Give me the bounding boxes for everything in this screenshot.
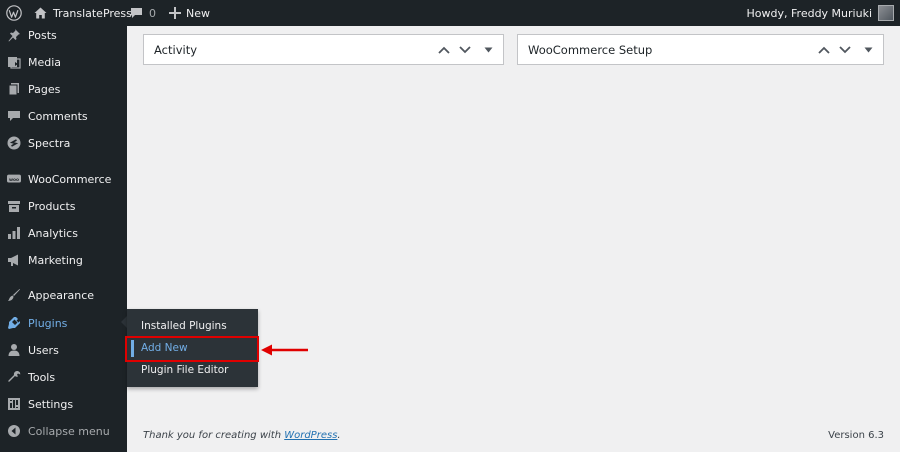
comments-count: 0 — [149, 6, 156, 20]
wrench-icon — [7, 370, 21, 384]
sidebar-item-spectra[interactable]: Spectra — [0, 131, 127, 155]
toggle-panel-icon[interactable] — [484, 35, 493, 64]
sidebar-item-tools[interactable]: Tools — [0, 365, 127, 389]
spectra-icon — [7, 136, 21, 150]
sidebar-item-products[interactable]: Products — [0, 194, 127, 218]
move-down-icon[interactable] — [838, 35, 852, 64]
sidebar-item-marketing[interactable]: Marketing — [0, 248, 127, 272]
move-down-icon[interactable] — [458, 35, 472, 64]
pages-icon — [7, 82, 21, 96]
megaphone-icon — [7, 253, 21, 267]
sidebar-item-media[interactable]: Media — [0, 50, 127, 74]
new-label: New — [186, 6, 210, 20]
sidebar-item-analytics[interactable]: Analytics — [0, 221, 127, 245]
site-name: TranslatePress — [53, 6, 132, 20]
sidebar-item-pages[interactable]: Pages — [0, 77, 127, 101]
widget-title-activity: Activity — [154, 42, 198, 57]
woocommerce-setup-widget: WooCommerce Setup — [517, 34, 884, 65]
admin-bar: TranslatePress 0 New Howdy, Freddy Muriu… — [0, 0, 900, 26]
sidebar-item-users[interactable]: Users — [0, 338, 127, 362]
my-account-link[interactable]: Howdy, Freddy Muriuki — [747, 0, 894, 26]
plugin-icon — [7, 316, 21, 330]
red-arrow-icon — [260, 343, 310, 360]
widget-title-woocommerce-setup: WooCommerce Setup — [528, 42, 653, 57]
products-icon — [7, 199, 21, 213]
sidebar-item-appearance[interactable]: Appearance — [0, 283, 127, 307]
move-up-icon[interactable] — [817, 35, 831, 64]
activity-widget: Activity — [143, 34, 504, 65]
avatar — [878, 5, 894, 21]
pin-icon — [7, 28, 21, 42]
greeting: Howdy, Freddy Muriuki — [746, 6, 872, 20]
sidebar-item-settings[interactable]: Settings — [0, 392, 127, 416]
footer-version: Version 6.3 — [828, 430, 884, 441]
home-icon — [34, 7, 47, 19]
woocommerce-icon: woo — [7, 172, 21, 186]
move-up-icon[interactable] — [437, 35, 451, 64]
plus-icon — [169, 7, 181, 19]
new-content-link[interactable]: New — [169, 0, 210, 26]
comments-icon — [7, 109, 21, 123]
submenu-item-plugin-file-editor[interactable]: Plugin File Editor — [127, 359, 258, 381]
users-icon — [7, 343, 21, 357]
sidebar-item-posts[interactable]: Posts — [0, 23, 127, 47]
wordpress-link[interactable]: WordPress — [284, 430, 337, 441]
sidebar-item-comments[interactable]: Comments — [0, 104, 127, 128]
analytics-icon — [7, 226, 21, 240]
paintbrush-icon — [7, 288, 21, 302]
media-icon — [7, 55, 21, 69]
sidebar-item-woocommerce[interactable]: woo WooCommerce — [0, 167, 127, 191]
submenu-item-installed-plugins[interactable]: Installed Plugins — [127, 315, 258, 337]
sidebar-item-plugins[interactable]: Plugins — [0, 311, 127, 335]
svg-text:woo: woo — [9, 178, 19, 183]
footer-thank-you: Thank you for creating with WordPress. — [143, 430, 341, 441]
highlight-box — [125, 336, 259, 362]
collapse-menu-button[interactable]: Collapse menu — [0, 419, 127, 443]
collapse-arrow-icon — [7, 424, 21, 438]
comments-link[interactable]: 0 — [130, 0, 156, 26]
comment-bubble-icon — [130, 7, 143, 19]
settings-icon — [7, 397, 21, 411]
toggle-panel-icon[interactable] — [864, 35, 873, 64]
